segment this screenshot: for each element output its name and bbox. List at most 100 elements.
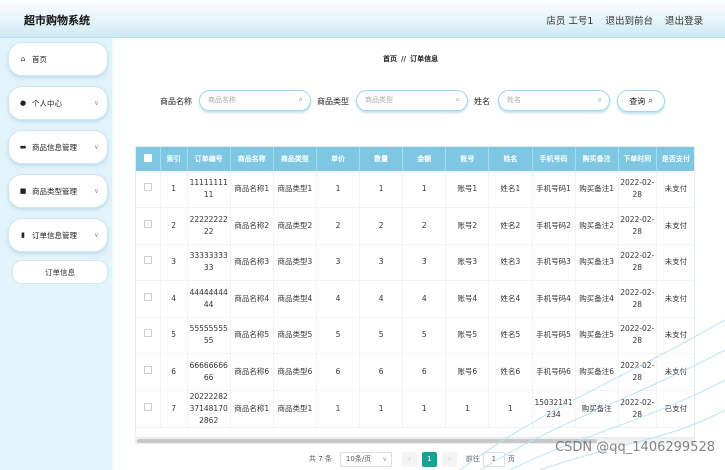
table-cell: 5: [160, 317, 188, 354]
table-cell: 1: [402, 390, 447, 428]
table-cell: 15032141234: [532, 390, 576, 428]
table-row[interactable]: 3 3333333333 商品名称3 商品类型3 3 3 3 账号3 姓名3 手机号码3 购买备注3…: [136, 244, 694, 281]
table-cell: 4: [359, 280, 404, 318]
table-cell: 账号4: [445, 280, 490, 318]
row-checkbox[interactable]: [136, 207, 161, 245]
table-cell: 2022-02-28: [618, 353, 657, 391]
table-cell: 商品名称4: [230, 280, 274, 318]
table-cell: 5: [402, 317, 447, 354]
table-cell: 手机号码2: [532, 207, 576, 245]
page-number-current[interactable]: 1: [421, 451, 437, 467]
table-cell: 手机号码3: [532, 244, 576, 281]
main-content: 首页 //订单信息 商品名称 商品名称 ⌕ 商品类型 商品类型 ⌕ 姓名 姓名 ⌕…: [113, 38, 725, 470]
table-cell: 3: [316, 244, 361, 281]
table-cell: 7: [160, 390, 188, 428]
sidebar-subitem-order-info[interactable]: 订单信息: [12, 260, 108, 284]
table-cell: 商品名称1: [230, 390, 274, 428]
table-row[interactable]: 7 20222282371481702862 商品名称1 商品类型1 1 1 1 1 1 1503…: [136, 390, 694, 428]
table-cell: 未支付: [656, 317, 694, 354]
sidebar-item-product-info[interactable]: ▬ 商品信息管理 ∨: [8, 130, 108, 164]
table-cell: 账号6: [445, 353, 490, 391]
page-jump-input[interactable]: 1: [482, 451, 505, 467]
table-cell: 6666666666: [187, 353, 231, 391]
row-checkbox[interactable]: [136, 353, 161, 391]
table-cell: 购买备注1: [575, 171, 619, 208]
search-icon: ⌕: [597, 95, 602, 104]
user-name-input[interactable]: 姓名 ⌕: [498, 90, 610, 111]
table-row[interactable]: 2 2222222222 商品名称2 商品类型2 2 2 2 账号2 姓名2 手机号码2 购买备注2…: [136, 207, 694, 245]
select-all-checkbox[interactable]: [136, 147, 161, 171]
row-checkbox[interactable]: [136, 280, 161, 318]
column-header: 姓名: [488, 147, 533, 171]
sidebar-item-profile[interactable]: ● 个人中心 ∨: [8, 86, 108, 120]
next-page-button[interactable]: ›: [441, 451, 457, 467]
sidebar-item-product-type[interactable]: ■ 商品类型管理 ∨: [8, 174, 108, 208]
column-header: 数量: [359, 147, 404, 171]
table-cell: 未支付: [656, 171, 694, 208]
chevron-down-icon: ∨: [93, 99, 99, 107]
app-title: 超市购物系统: [24, 14, 90, 27]
sidebar-item-orders[interactable]: ▮ 订单信息管理 ∨: [8, 218, 108, 252]
table-row[interactable]: 4 4444444444 商品名称4 商品类型4 4 4 4 账号4 姓名4 手机号码4 购买备注4…: [136, 280, 694, 318]
table-row[interactable]: 5 5555555555 商品名称5 商品类型5 5 5 5 账号5 姓名5 手机号码5 购买备注5…: [136, 317, 694, 354]
breadcrumb-home[interactable]: 首页: [383, 55, 397, 63]
breadcrumb-current: 订单信息: [410, 55, 439, 63]
product-type-label: 商品类型: [317, 97, 349, 106]
table-cell: 1: [402, 171, 447, 208]
table-cell: 2: [402, 207, 447, 245]
monitor-icon: ■: [19, 187, 27, 195]
table-cell: 账号2: [445, 207, 490, 245]
page-size-select[interactable]: 10条/页 ∨: [339, 451, 392, 467]
sidebar-item-label: 订单信息管理: [32, 230, 77, 240]
table-cell: 1111111111: [187, 171, 231, 208]
user-name-label: 姓名: [474, 97, 490, 106]
table-cell: 商品类型5: [273, 317, 317, 354]
chevron-down-icon: ∨: [93, 231, 99, 239]
back-to-front-link[interactable]: 退出到前台: [605, 13, 653, 27]
search-bar: 商品名称 商品名称 ⌕ 商品类型 商品类型 ⌕ 姓名 姓名 ⌕ 查询 ⌕: [113, 90, 725, 112]
table-cell: 2022-02-28: [618, 390, 657, 428]
table-cell: 1: [488, 390, 533, 428]
table-row[interactable]: 6 6666666666 商品名称6 商品类型6 6 6 6 账号6 姓名6 手机号码6 购买备注6…: [136, 353, 694, 391]
row-checkbox[interactable]: [136, 317, 161, 354]
table-cell: 2022-02-28: [618, 317, 657, 354]
row-checkbox[interactable]: [136, 171, 161, 208]
pagination: 共 7 条 10条/页 ∨ ‹ 1 › 前往 1 页: [309, 451, 515, 467]
table-cell: 手机号码4: [532, 280, 576, 318]
table-cell: 6: [160, 353, 188, 391]
table-cell: 商品名称2: [230, 207, 274, 245]
table-cell: 6: [402, 353, 447, 391]
table-cell: 2022-02-28: [618, 280, 657, 318]
logout-link[interactable]: 退出登录: [665, 13, 703, 27]
scrollbar-thumb[interactable]: [137, 439, 597, 443]
product-name-input[interactable]: 商品名称 ⌕: [199, 90, 311, 111]
table-cell: 1: [359, 171, 404, 208]
goto-label: 前往: [465, 455, 480, 463]
table-row[interactable]: 1 1111111111 商品名称1 商品类型1 1 1 1 账号1 姓名1 手机号码1 购买备注1…: [136, 171, 694, 208]
table-cell: 已支付: [656, 390, 694, 428]
product-type-input[interactable]: 商品类型 ⌕: [356, 90, 468, 111]
column-header: 金额: [402, 147, 447, 171]
sidebar-item-label: 个人中心: [32, 98, 62, 108]
header-actions: 店员 工号1 退出到前台 退出登录: [546, 13, 703, 27]
table-cell: 姓名4: [488, 280, 533, 318]
user-icon: ●: [19, 99, 27, 107]
table-cell: 2022-02-28: [618, 171, 657, 208]
table-cell: 6: [359, 353, 404, 391]
column-header: 单价: [316, 147, 361, 171]
row-checkbox[interactable]: [136, 390, 161, 428]
row-checkbox[interactable]: [136, 244, 161, 281]
table-cell: 姓名1: [488, 171, 533, 208]
table-cell: 商品类型3: [273, 244, 317, 281]
table-cell: 商品类型4: [273, 280, 317, 318]
column-header: 手机号码: [532, 147, 576, 171]
sidebar-item-label: 首页: [32, 54, 47, 64]
sidebar-item-home[interactable]: ⌂ 首页: [8, 42, 108, 76]
table-cell: 5: [316, 317, 361, 354]
total-count: 共 7 条: [309, 455, 332, 463]
prev-page-button[interactable]: ‹: [401, 451, 417, 467]
table-cell: 购买备注6: [575, 353, 619, 391]
home-icon: ⌂: [20, 55, 26, 63]
table-cell: 姓名5: [488, 317, 533, 354]
query-button[interactable]: 查询 ⌕: [617, 90, 665, 112]
